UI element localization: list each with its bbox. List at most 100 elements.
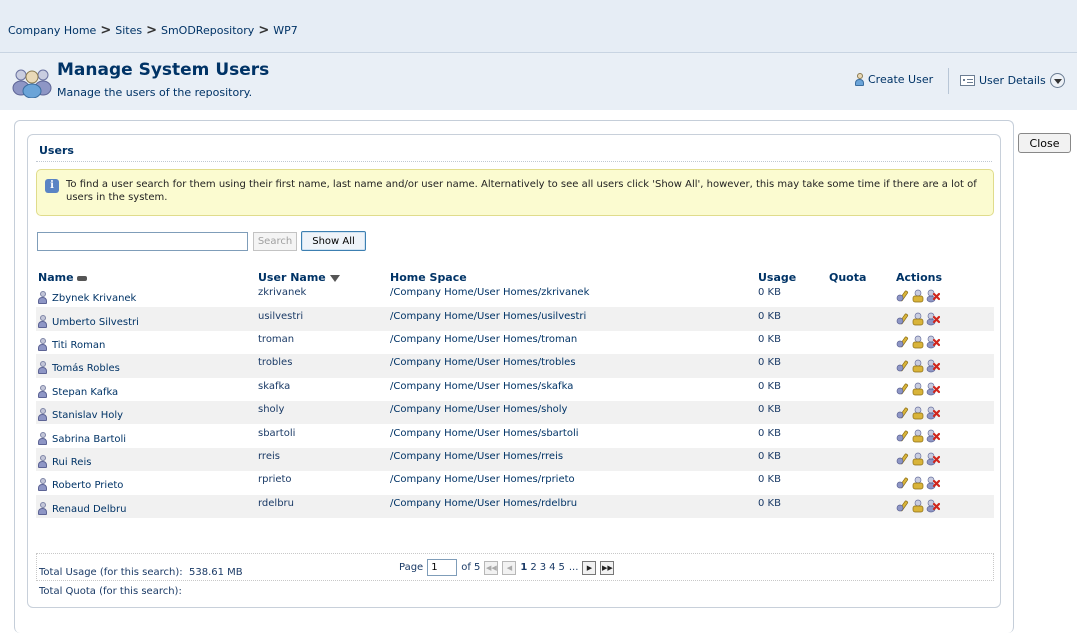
info-text: To find a user search for them using the… <box>66 179 977 203</box>
change-password-icon[interactable] <box>911 382 925 396</box>
user-icon <box>38 431 47 445</box>
user-name-link[interactable]: Stanislav Holy <box>52 410 123 421</box>
home-space-link[interactable]: /Company Home/User Homes/usilvestri <box>390 311 586 322</box>
breadcrumb-wp7[interactable]: WP7 <box>273 24 298 37</box>
header: Company Home > Sites > SmODRepository > WP7 Ma… <box>0 0 1077 110</box>
delete-user-icon[interactable] <box>926 452 941 466</box>
cell-user-name: trobles <box>256 354 388 378</box>
delete-user-icon[interactable] <box>926 359 941 373</box>
user-name-link[interactable]: Sabrina Bartoli <box>52 434 126 445</box>
home-space-link[interactable]: /Company Home/User Homes/troman <box>390 334 577 345</box>
user-icon <box>38 501 47 515</box>
cell-quota <box>827 331 894 354</box>
home-space-link[interactable]: /Company Home/User Homes/rprieto <box>390 474 575 485</box>
home-space-link[interactable]: /Company Home/User Homes/skafka <box>390 381 573 392</box>
home-space-link[interactable]: /Company Home/User Homes/rdelbru <box>390 498 577 509</box>
cell-actions <box>894 284 994 307</box>
breadcrumb-separator: > <box>258 23 270 38</box>
user-name-value: sholy <box>258 404 285 416</box>
column-header-home-space[interactable]: Home Space <box>388 267 756 284</box>
edit-user-icon[interactable] <box>896 359 910 373</box>
cell-name: Sabrina Bartoli <box>36 424 256 447</box>
edit-user-icon[interactable] <box>896 499 910 513</box>
breadcrumb-company-home[interactable]: Company Home <box>8 24 96 37</box>
page-number-link[interactable]: 5 <box>559 562 565 573</box>
first-page-icon[interactable]: ◀◀ <box>484 560 499 575</box>
search-button[interactable]: Search <box>253 232 297 251</box>
cell-quota <box>827 354 894 378</box>
cell-home-space: /Company Home/User Homes/rdelbru <box>388 494 756 518</box>
home-space-link[interactable]: /Company Home/User Homes/trobles <box>390 357 576 368</box>
change-password-icon[interactable] <box>911 476 925 490</box>
change-password-icon[interactable] <box>911 429 925 443</box>
delete-user-icon[interactable] <box>926 476 941 490</box>
page-number-link[interactable]: 2 <box>530 562 536 573</box>
delete-user-icon[interactable] <box>926 406 941 420</box>
user-name-link[interactable]: Tomás Robles <box>52 363 120 374</box>
breadcrumb-sites[interactable]: Sites <box>115 24 142 37</box>
user-details-toggle[interactable]: User Details <box>960 73 1065 88</box>
create-user-button[interactable]: Create User <box>855 73 933 86</box>
cell-home-space: /Company Home/User Homes/rprieto <box>388 471 756 494</box>
create-user-label: Create User <box>868 73 934 86</box>
change-password-icon[interactable] <box>911 335 925 349</box>
column-header-usage[interactable]: Usage <box>756 267 827 284</box>
page-number-link[interactable]: 3 <box>540 562 546 573</box>
change-password-icon[interactable] <box>911 359 925 373</box>
user-name-link[interactable]: Rui Reis <box>52 457 91 468</box>
cell-home-space: /Company Home/User Homes/troman <box>388 331 756 354</box>
user-name-link[interactable]: Roberto Prieto <box>52 480 123 491</box>
column-header-quota[interactable]: Quota <box>827 267 894 284</box>
edit-user-icon[interactable] <box>896 289 910 303</box>
close-button[interactable]: Close <box>1018 133 1071 153</box>
delete-user-icon[interactable] <box>926 335 941 349</box>
edit-user-icon[interactable] <box>896 312 910 326</box>
page-number-link[interactable]: 4 <box>549 562 555 573</box>
home-space-link[interactable]: /Company Home/User Homes/zkrivanek <box>390 287 589 298</box>
change-password-icon[interactable] <box>911 452 925 466</box>
delete-user-icon[interactable] <box>926 289 941 303</box>
delete-user-icon[interactable] <box>926 312 941 326</box>
cell-user-name: rreis <box>256 447 388 472</box>
user-icon <box>38 408 47 422</box>
show-all-button[interactable]: Show All <box>301 231 366 251</box>
delete-user-icon[interactable] <box>926 429 941 443</box>
previous-page-icon[interactable]: ◀ <box>502 560 517 575</box>
next-page-icon[interactable]: ▶ <box>582 560 597 575</box>
user-name-link[interactable]: Zbynek Krivanek <box>52 293 136 304</box>
home-space-link[interactable]: /Company Home/User Homes/sholy <box>390 404 567 415</box>
page-number-input[interactable] <box>427 559 458 576</box>
change-password-icon[interactable] <box>911 312 925 326</box>
delete-user-icon[interactable] <box>926 499 941 513</box>
edit-user-icon[interactable] <box>896 476 910 490</box>
change-password-icon[interactable] <box>911 499 925 513</box>
chevron-down-icon[interactable] <box>1049 73 1065 88</box>
home-space-link[interactable]: /Company Home/User Homes/rreis <box>390 451 563 462</box>
change-password-icon[interactable] <box>911 406 925 420</box>
edit-user-icon[interactable] <box>896 335 910 349</box>
user-name-link[interactable]: Umberto Silvestri <box>52 317 139 328</box>
page-number-link[interactable]: 1 <box>520 562 527 573</box>
cell-name: Tomás Robles <box>36 354 256 378</box>
info-icon: i <box>45 179 59 193</box>
user-name-link[interactable]: Titi Roman <box>52 340 105 351</box>
edit-user-icon[interactable] <box>896 382 910 396</box>
edit-user-icon[interactable] <box>896 452 910 466</box>
delete-user-icon[interactable] <box>926 382 941 396</box>
column-header-name[interactable]: Name <box>36 267 256 284</box>
breadcrumb-smodrepository[interactable]: SmODRepository <box>161 24 254 37</box>
sort-indicator-icon <box>76 275 87 281</box>
user-details-label: User Details <box>979 74 1046 87</box>
user-name-value: trobles <box>258 357 293 369</box>
edit-user-icon[interactable] <box>896 406 910 420</box>
home-space-link[interactable]: /Company Home/User Homes/sbartoli <box>390 428 579 439</box>
search-input[interactable] <box>37 232 248 251</box>
user-name-link[interactable]: Renaud Delbru <box>52 504 126 515</box>
edit-user-icon[interactable] <box>896 429 910 443</box>
change-password-icon[interactable] <box>911 289 925 303</box>
last-page-icon[interactable]: ▶▶ <box>600 560 615 575</box>
user-name-link[interactable]: Stepan Kafka <box>52 387 118 398</box>
column-header-user-name[interactable]: User Name <box>256 267 388 284</box>
cell-home-space: /Company Home/User Homes/trobles <box>388 354 756 378</box>
usage-value: 0 KB <box>758 450 781 462</box>
